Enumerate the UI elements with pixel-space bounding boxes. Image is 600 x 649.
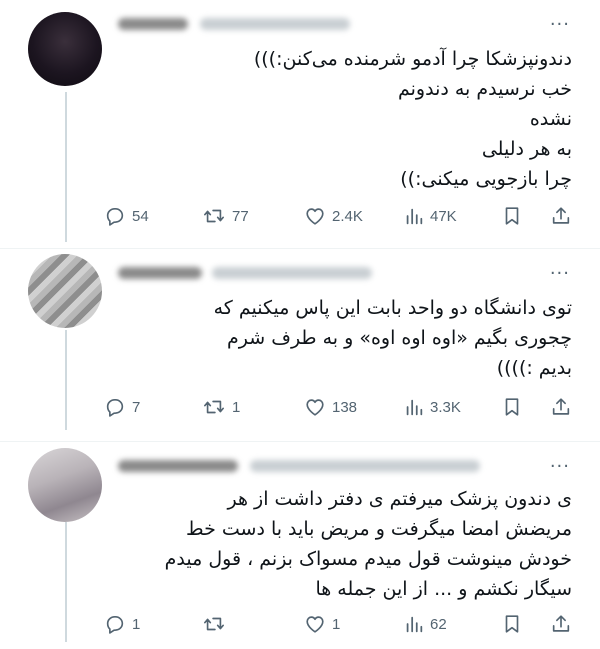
share-button[interactable] xyxy=(550,393,572,421)
like-button[interactable]: 2.4K xyxy=(304,202,363,230)
tweet-text-line: توی دانشگاه دو واحد بابت این پاس میکنیم … xyxy=(213,297,572,319)
views-count: 47K xyxy=(430,207,457,225)
reply-button[interactable]: 1 xyxy=(104,610,140,638)
more-options-icon[interactable]: ··· xyxy=(550,265,570,283)
repost-count: 77 xyxy=(232,207,249,225)
views-count: 62 xyxy=(430,615,447,633)
tweet-text-line: ی دندون پزشک میرفتم ی دفتر داشت از هر xyxy=(227,488,573,510)
action-bar: 54 77 2.4K 47K xyxy=(104,202,574,230)
more-options-icon[interactable]: ··· xyxy=(550,16,570,34)
reply-count: 1 xyxy=(132,615,141,633)
views-icon xyxy=(404,396,424,418)
repost-icon xyxy=(202,613,226,635)
share-icon xyxy=(550,613,572,635)
reply-count: 54 xyxy=(132,207,149,225)
tweet-text-line: بدیم :)))) xyxy=(496,357,572,379)
like-count: 1 xyxy=(332,615,341,633)
reply-button[interactable]: 7 xyxy=(104,393,140,421)
reply-count: 7 xyxy=(132,398,141,416)
like-count: 2.4K xyxy=(332,207,363,225)
reply-icon xyxy=(104,205,126,227)
tweet-text-line: دندونپزشکا چرا آدمو شرمنده می‌کنن:))) xyxy=(253,48,572,70)
tweet-text-line: مریضش امضا میگرفت و مریض باید با دست خط xyxy=(186,518,572,540)
avatar[interactable] xyxy=(28,12,102,86)
share-button[interactable] xyxy=(550,202,572,230)
tweet-1[interactable]: ··· دندونپزشکا چرا آدمو شرمنده می‌کنن:))… xyxy=(0,0,600,248)
tweet-text: دندونپزشکا چرا آدمو شرمنده می‌کنن:))) خب… xyxy=(102,44,572,194)
reply-button[interactable]: 54 xyxy=(104,202,149,230)
like-count: 138 xyxy=(332,398,358,416)
avatar[interactable] xyxy=(28,448,102,522)
tweet-text-line: خب نرسیدم به دندونم xyxy=(398,78,572,100)
tweet-2[interactable]: ··· توی دانشگاه دو واحد بابت این پاس میک… xyxy=(0,249,600,441)
repost-icon xyxy=(202,205,226,227)
tweet-3[interactable]: ··· ی دندون پزشک میرفتم ی دفتر داشت از ه… xyxy=(0,442,600,649)
reply-icon xyxy=(104,613,126,635)
repost-button[interactable]: 77 xyxy=(202,202,249,230)
tweet-text: توی دانشگاه دو واحد بابت این پاس میکنیم … xyxy=(102,293,572,383)
bookmark-button[interactable] xyxy=(502,202,522,230)
tweet-text-line: به هر دلیلی xyxy=(481,138,572,160)
views-button[interactable]: 3.3K xyxy=(404,393,461,421)
repost-icon xyxy=(202,396,226,418)
tweet-text-line: نشده xyxy=(529,108,572,130)
tweet-text-line: خودش مینوشت قول میدم مسواک بزنم ، قول می… xyxy=(164,548,572,570)
repost-count: 1 xyxy=(232,398,241,416)
action-bar: 1 1 62 xyxy=(104,610,574,638)
views-button[interactable]: 62 xyxy=(404,610,447,638)
repost-button[interactable]: 1 xyxy=(202,393,240,421)
bookmark-icon xyxy=(502,396,522,418)
share-icon xyxy=(550,205,572,227)
heart-icon xyxy=(304,205,326,227)
share-icon xyxy=(550,396,572,418)
tweet-text-line: چرا بازجویی میکنی:)) xyxy=(400,168,572,190)
views-icon xyxy=(404,613,424,635)
tweet-text: ی دندون پزشک میرفتم ی دفتر داشت از هر مر… xyxy=(102,484,572,604)
repost-button[interactable] xyxy=(202,610,232,638)
more-options-icon[interactable]: ··· xyxy=(550,458,570,476)
heart-icon xyxy=(304,613,326,635)
views-button[interactable]: 47K xyxy=(404,202,457,230)
tweet-text-line: چجوری بگیم «اوه اوه اوه» و به طرف شرم xyxy=(227,327,572,349)
views-icon xyxy=(404,205,424,227)
like-button[interactable]: 138 xyxy=(304,393,357,421)
bookmark-icon xyxy=(502,613,522,635)
like-button[interactable]: 1 xyxy=(304,610,340,638)
action-bar: 7 1 138 3.3K xyxy=(104,393,574,421)
heart-icon xyxy=(304,396,326,418)
avatar[interactable] xyxy=(28,254,102,328)
tweet-text-line: سیگار نکشم و ... از این جمله ها xyxy=(315,578,572,600)
views-count: 3.3K xyxy=(430,398,461,416)
bookmark-button[interactable] xyxy=(502,393,522,421)
share-button[interactable] xyxy=(550,610,572,638)
bookmark-icon xyxy=(502,205,522,227)
bookmark-button[interactable] xyxy=(502,610,522,638)
reply-icon xyxy=(104,396,126,418)
